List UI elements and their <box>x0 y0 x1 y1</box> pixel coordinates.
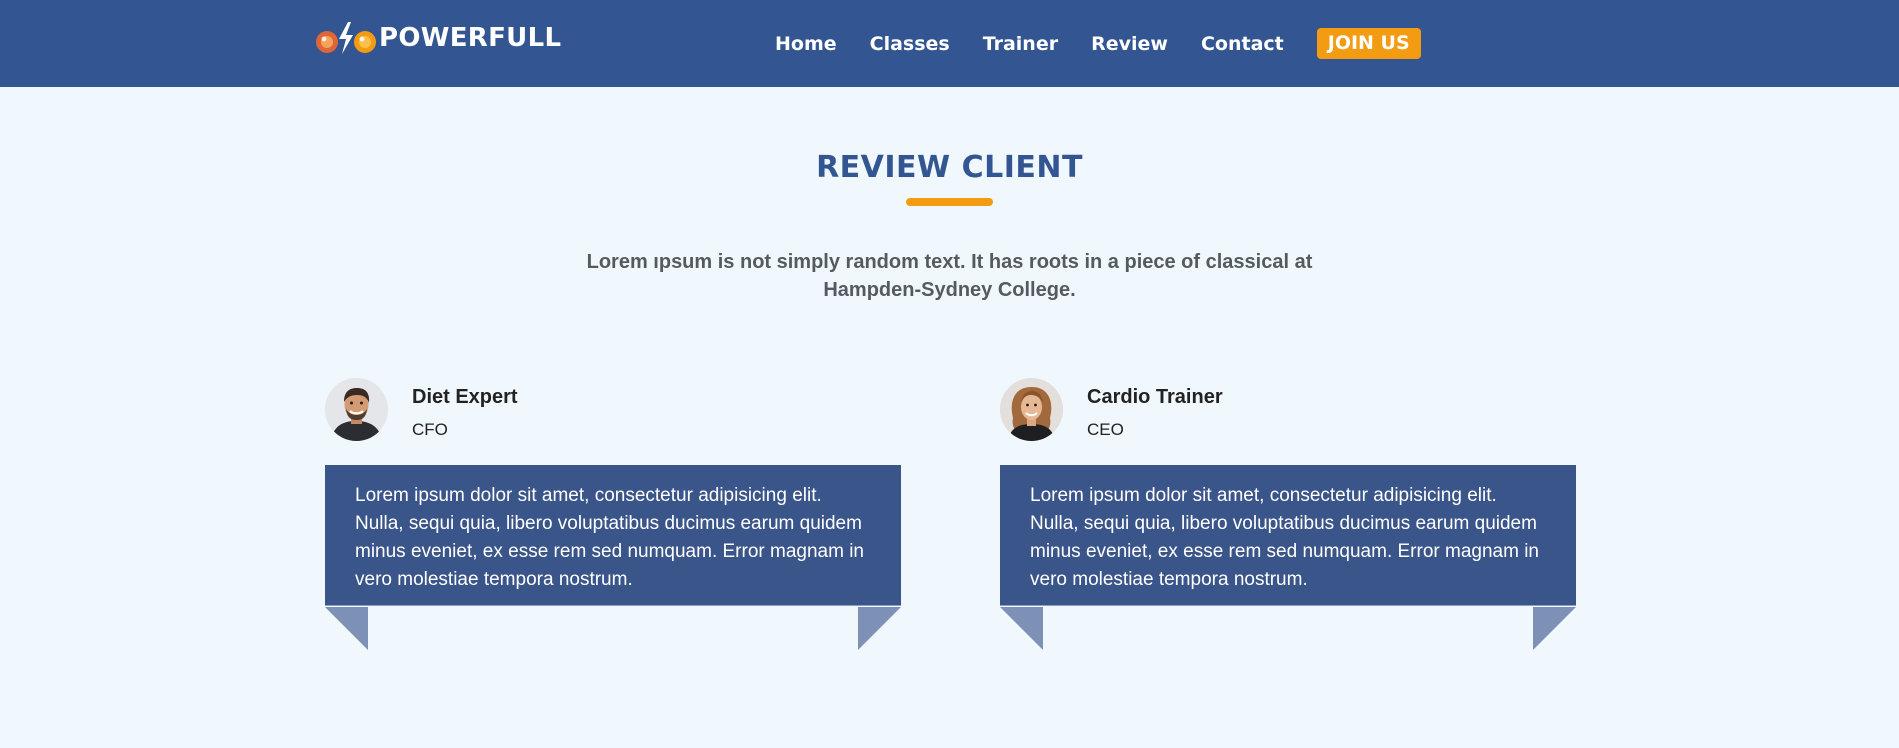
ribbon-fold-right <box>858 607 901 650</box>
review-card: Cardio Trainer CEO Lorem ipsum dolor sit… <box>1000 378 1576 652</box>
review-text-box: Lorem ipsum dolor sit amet, consectetur … <box>325 465 901 606</box>
reviewer-header: Diet Expert CFO <box>325 378 901 442</box>
ribbon-fold-right <box>1533 607 1576 650</box>
reviewer-role: CEO <box>1087 420 1124 439</box>
nav-link-trainer[interactable]: Trainer <box>983 33 1058 55</box>
section-description: Lorem ıpsum is not simply random text. I… <box>586 251 1313 301</box>
brand-name: POWERFULL <box>379 23 562 53</box>
section-title: REVIEW CLIENT <box>816 150 1083 185</box>
ribbon-fold-left <box>1000 607 1043 650</box>
reviewer-name: Cardio Trainer <box>1087 386 1223 408</box>
nav-link-classes[interactable]: Classes <box>870 33 950 55</box>
nav-link-home[interactable]: Home <box>775 33 837 55</box>
review-card: Diet Expert CFO Lorem ipsum dolor sit am… <box>325 378 901 652</box>
brand-logo[interactable]: POWERFULL <box>315 20 561 56</box>
review-text-box: Lorem ipsum dolor sit amet, consectetur … <box>1000 465 1576 606</box>
nav-link-contact[interactable]: Contact <box>1201 33 1284 55</box>
ribbon-fold-left <box>325 607 368 650</box>
review-text: Lorem ipsum dolor sit amet, consectetur … <box>1030 485 1539 590</box>
reviewer-header: Cardio Trainer CEO <box>1000 378 1576 442</box>
dumbbell-bolt-icon <box>315 20 377 56</box>
review-text: Lorem ipsum dolor sit amet, consectetur … <box>355 485 864 590</box>
male-avatar <box>325 378 388 441</box>
reviewer-role: CFO <box>412 420 448 439</box>
female-avatar <box>1000 378 1063 441</box>
navbar: POWERFULL Home Classes Trainer Review Co… <box>0 0 1899 87</box>
join-us-button[interactable]: JOIN US <box>1316 28 1421 59</box>
main-nav: Home Classes Trainer Review Contact JOIN… <box>775 0 1421 87</box>
nav-link-review[interactable]: Review <box>1091 33 1168 55</box>
reviewer-name: Diet Expert <box>412 386 518 408</box>
title-underline <box>906 198 993 206</box>
